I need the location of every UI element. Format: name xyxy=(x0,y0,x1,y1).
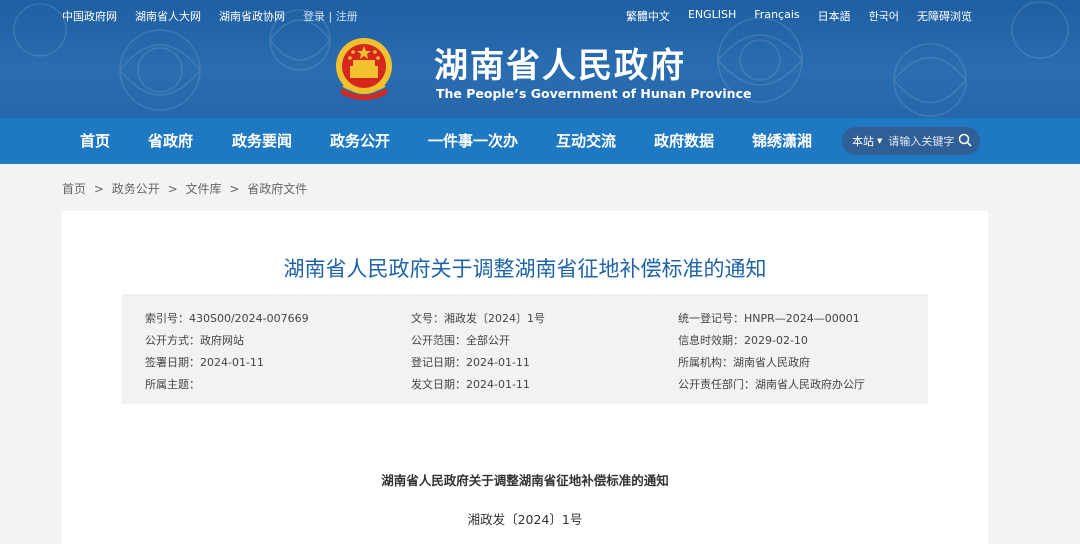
lang-traditional-chinese[interactable]: 繁體中文 xyxy=(626,8,670,24)
breadcrumb-document-library[interactable]: 文件库 xyxy=(185,182,221,196)
national-emblem-icon[interactable] xyxy=(333,36,395,102)
document-card: 湖南省人民政府关于调整湖南省征地补偿标准的通知 索引号：430S00/2024-… xyxy=(62,211,988,544)
top-utility-bar: 中国政府网 湖南省人大网 湖南省政协网 登录 | 注册 繁體中文 ENGLISH… xyxy=(0,8,1080,24)
meta-registration-date: 登记日期：2024-01-11 xyxy=(411,356,530,369)
nav-scenic-hunan[interactable]: 锦绣潇湘 xyxy=(752,118,812,164)
search-icon[interactable] xyxy=(958,133,972,147)
body-document-number: 湘政发〔2024〕1号 xyxy=(467,512,583,527)
link-hunan-cppcc[interactable]: 湖南省政协网 xyxy=(219,8,285,24)
nav-interaction[interactable]: 互动交流 xyxy=(556,118,616,164)
nav-home[interactable]: 首页 xyxy=(80,118,110,164)
document-metadata-table: 索引号：430S00/2024-007669 文号：湘政发〔2024〕1号 统一… xyxy=(122,294,928,404)
search-scope-select[interactable]: 本站 xyxy=(852,133,874,149)
login-register: 登录 | 注册 xyxy=(303,8,358,24)
lang-english[interactable]: ENGLISH xyxy=(688,8,736,24)
breadcrumb: 首页 > 政务公开 > 文件库 > 省政府文件 xyxy=(62,180,311,197)
site-header: 中国政府网 湖南省人大网 湖南省政协网 登录 | 注册 繁體中文 ENGLISH… xyxy=(0,0,1080,118)
site-search[interactable]: 本站 ▼ 请输入关键字 xyxy=(842,127,980,155)
lang-japanese[interactable]: 日本語 xyxy=(818,8,851,24)
login-separator: | xyxy=(328,10,333,23)
breadcrumb-separator: > xyxy=(229,182,240,196)
language-links: 繁體中文 ENGLISH Français 日本語 한국어 无障碍浏览 xyxy=(626,8,972,24)
meta-responsible-department: 公开责任部门：湖南省人民政府办公厅 xyxy=(678,378,865,391)
nav-gov-news[interactable]: 政务要闻 xyxy=(232,118,292,164)
meta-disclosure-method: 公开方式：政府网站 xyxy=(145,334,244,347)
meta-subject: 所属主题： xyxy=(145,378,200,391)
register-link[interactable]: 注册 xyxy=(336,10,358,23)
meta-disclosure-scope: 公开范围：全部公开 xyxy=(411,334,510,347)
meta-registration-number: 统一登记号：HNPR—2024—00001 xyxy=(678,312,860,325)
breadcrumb-separator: > xyxy=(167,182,178,196)
breadcrumb-gov-disclosure[interactable]: 政务公开 xyxy=(112,182,160,196)
top-links: 中国政府网 湖南省人大网 湖南省政协网 登录 | 注册 xyxy=(62,8,358,24)
breadcrumb-separator: > xyxy=(93,182,104,196)
accessibility-link[interactable]: 无障碍浏览 xyxy=(917,8,972,24)
meta-signing-date: 签署日期：2024-01-11 xyxy=(145,356,264,369)
nav-gov-disclosure[interactable]: 政务公开 xyxy=(330,118,390,164)
nav-one-thing-once[interactable]: 一件事一次办 xyxy=(428,118,518,164)
breadcrumb-provincial-documents[interactable]: 省政府文件 xyxy=(247,182,307,196)
meta-validity-period: 信息时效期：2029-02-10 xyxy=(678,334,808,347)
meta-document-number: 文号：湘政发〔2024〕1号 xyxy=(411,312,545,325)
main-nav: 首页 省政府 政务要闻 政务公开 一件事一次办 互动交流 政府数据 锦绣潇湘 本… xyxy=(0,118,1080,164)
meta-index-number: 索引号：430S00/2024-007669 xyxy=(145,312,309,325)
meta-issue-date: 发文日期：2024-01-11 xyxy=(411,378,530,391)
site-title: 湖南省人民政府 xyxy=(434,46,686,86)
nav-gov-data[interactable]: 政府数据 xyxy=(654,118,714,164)
nav-provincial-gov[interactable]: 省政府 xyxy=(148,118,193,164)
link-hunan-npc[interactable]: 湖南省人大网 xyxy=(135,8,201,24)
login-link[interactable]: 登录 xyxy=(303,10,325,23)
link-gov-cn[interactable]: 中国政府网 xyxy=(62,8,117,24)
caret-down-icon[interactable]: ▼ xyxy=(877,137,882,145)
site-subtitle: The People’s Government of Hunan Provinc… xyxy=(436,86,752,101)
document-title: 湖南省人民政府关于调整湖南省征地补偿标准的通知 xyxy=(283,257,767,281)
meta-issuing-agency: 所属机构：湖南省人民政府 xyxy=(678,356,810,369)
body-heading: 湖南省人民政府关于调整湖南省征地补偿标准的通知 xyxy=(381,473,669,488)
search-input[interactable]: 请输入关键字 xyxy=(888,133,954,149)
lang-korean[interactable]: 한국어 xyxy=(869,8,899,24)
breadcrumb-home[interactable]: 首页 xyxy=(62,182,86,196)
lang-french[interactable]: Français xyxy=(754,8,799,24)
